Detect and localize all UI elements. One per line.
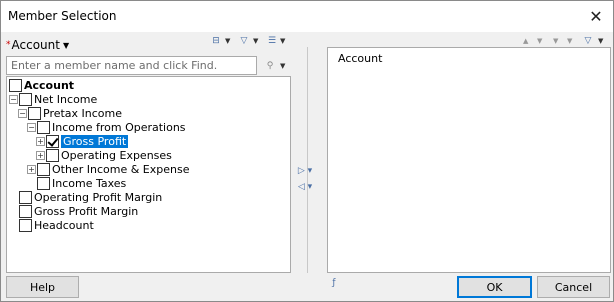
member-tree[interactable]: Account − Net Income − Pretax Income − I… — [6, 76, 291, 273]
member-checkbox[interactable] — [9, 78, 22, 92]
expand-icon[interactable]: + — [36, 150, 45, 160]
member-checkbox[interactable] — [28, 106, 41, 120]
collapse-icon[interactable]: − — [27, 122, 36, 132]
chevron-down-icon[interactable]: ▼ — [280, 37, 285, 45]
remove-from-selection-icon[interactable]: ◁ ▾ — [295, 181, 315, 193]
dialog-title: Member Selection — [8, 9, 117, 23]
title-bar: Member Selection ✕ — [1, 1, 613, 32]
move-up-icon[interactable]: ▲ — [523, 37, 528, 45]
selection-item[interactable]: Account — [338, 52, 382, 65]
tree-item-label: Income Taxes — [52, 176, 127, 190]
member-checkbox-checked[interactable] — [46, 134, 59, 148]
ok-button[interactable]: OK — [457, 276, 532, 298]
tree-item-label: Other Income & Expense — [52, 162, 190, 176]
tree-item-net-income[interactable]: − Net Income — [9, 92, 97, 106]
filter-icon[interactable]: ▽ — [237, 35, 251, 47]
member-checkbox[interactable] — [37, 162, 50, 176]
member-checkbox[interactable] — [37, 120, 50, 134]
dimension-dropdown[interactable]: * Account ▼ — [6, 37, 69, 53]
collapse-icon[interactable]: − — [9, 94, 18, 104]
tree-item-label: Gross Profit — [61, 134, 129, 148]
dimension-name: Account — [11, 38, 60, 52]
function-icon[interactable]: ƒ — [327, 277, 341, 289]
close-icon[interactable]: ✕ — [585, 6, 607, 26]
tree-item-label: Headcount — [34, 218, 94, 232]
tree-item-account[interactable]: Account — [9, 78, 74, 92]
member-checkbox[interactable] — [19, 190, 32, 204]
panel-splitter[interactable] — [307, 47, 308, 273]
chevron-down-icon[interactable]: ▼ — [225, 37, 230, 45]
member-selection-dialog: Member Selection ✕ * Account ▼ ⊟ ▼ ▽ ▼ ☰… — [0, 0, 614, 302]
filter-icon[interactable]: ▽ — [581, 35, 595, 47]
selection-list[interactable]: Account — [327, 47, 611, 273]
tree-item-label: Net Income — [34, 92, 98, 106]
tree-item-label: Operating Profit Margin — [34, 190, 163, 204]
sort-icon[interactable]: ☰ — [265, 35, 279, 47]
member-checkbox[interactable] — [19, 218, 32, 232]
tree-item-gross-profit-margin[interactable]: Gross Profit Margin — [9, 204, 138, 218]
member-checkbox[interactable] — [19, 204, 32, 218]
tree-item-pretax-income[interactable]: − Pretax Income — [18, 106, 122, 120]
tree-item-headcount[interactable]: Headcount — [9, 218, 94, 232]
tree-item-label: Operating Expenses — [61, 148, 172, 162]
tree-item-operating-profit-margin[interactable]: Operating Profit Margin — [9, 190, 162, 204]
chevron-down-icon[interactable]: ▼ — [253, 37, 258, 45]
chevron-down-icon[interactable]: ▼ — [598, 37, 603, 45]
required-marker: * — [6, 40, 11, 50]
move-down-icon[interactable]: ▼ — [537, 37, 542, 45]
help-button[interactable]: Help — [6, 276, 79, 298]
member-search-input[interactable] — [6, 56, 257, 75]
tree-item-operating-expenses[interactable]: + Operating Expenses — [36, 148, 172, 162]
tree-item-income-from-operations[interactable]: − Income from Operations — [27, 120, 186, 134]
member-checkbox[interactable] — [37, 176, 50, 190]
member-checkbox[interactable] — [19, 92, 32, 106]
tree-item-label: Gross Profit Margin — [34, 204, 139, 218]
find-icon[interactable]: ⚲ — [263, 60, 277, 72]
expand-icon[interactable]: + — [36, 136, 45, 146]
member-checkbox[interactable] — [46, 148, 59, 162]
tree-item-label: Income from Operations — [52, 120, 186, 134]
move-down-icon[interactable]: ▼ — [567, 37, 572, 45]
tree-item-label: Account — [24, 78, 75, 92]
cancel-button[interactable]: Cancel — [537, 276, 610, 298]
tree-item-other-income-expense[interactable]: + Other Income & Expense — [27, 162, 189, 176]
tree-item-gross-profit[interactable]: + Gross Profit — [36, 134, 129, 148]
collapse-icon[interactable]: − — [18, 108, 27, 118]
tree-item-label: Pretax Income — [43, 106, 123, 120]
chevron-down-icon: ▼ — [62, 40, 70, 50]
expand-icon[interactable]: + — [27, 164, 36, 174]
chevron-down-icon[interactable]: ▼ — [553, 37, 558, 45]
tree-view-icon[interactable]: ⊟ — [209, 35, 223, 47]
add-to-selection-icon[interactable]: ▷ ▾ — [295, 165, 315, 177]
tree-item-income-taxes[interactable]: Income Taxes — [27, 176, 126, 190]
chevron-down-icon[interactable]: ▼ — [280, 62, 285, 70]
